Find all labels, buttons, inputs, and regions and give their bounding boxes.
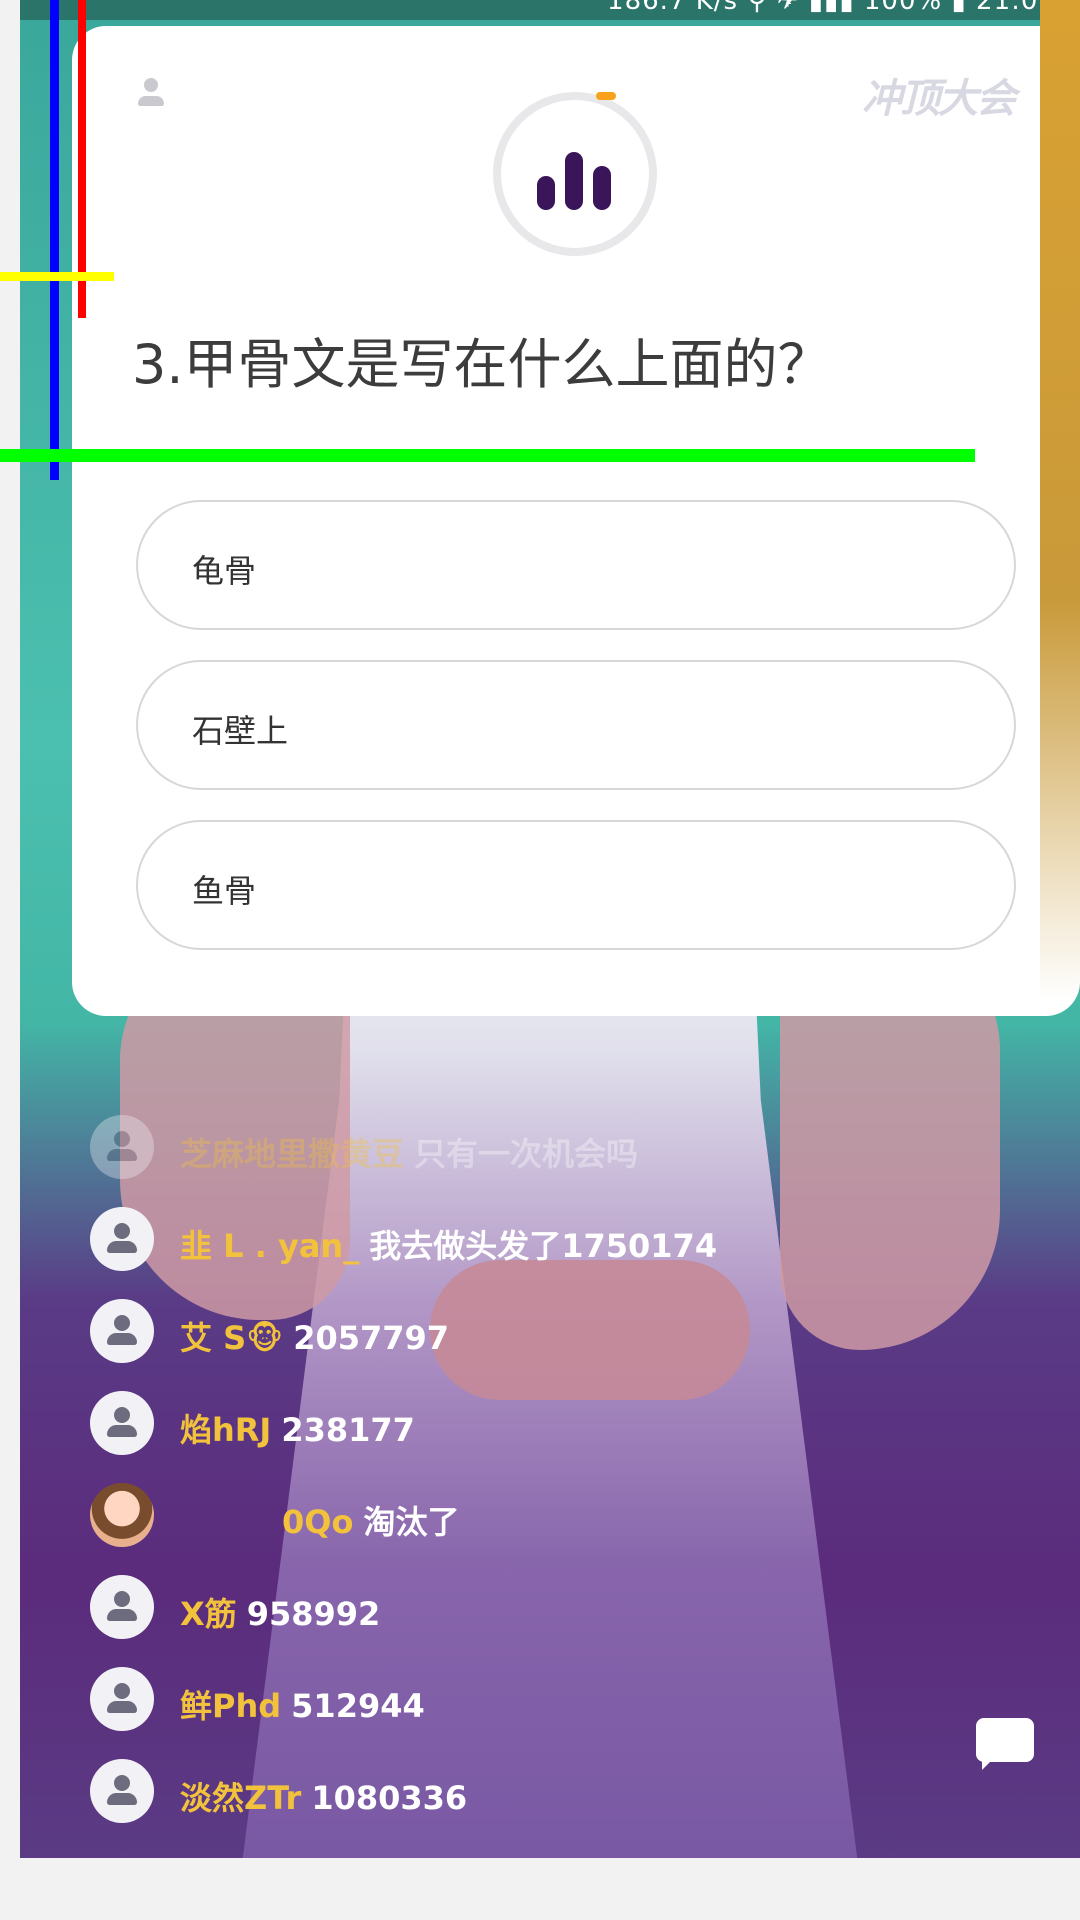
answer-option-label: 石壁上 [192,712,289,750]
avatar[interactable] [90,1299,154,1363]
avatar[interactable] [90,1115,154,1179]
quiz-screen: 186.7 K/s ⚲ ✈ ▮▮▮ 100% ▮ 21:05 冲顶大会 3.甲骨… [20,0,1080,1858]
comment-message: 2057797 [293,1319,450,1357]
comment-username: 0Qo [282,1503,354,1541]
avatar[interactable] [90,1667,154,1731]
avatar[interactable] [90,1575,154,1639]
comment-row: 鲜Phd 512944 [90,1667,990,1759]
comment-username: 焰hRJ [180,1411,272,1449]
comment-message: 238177 [281,1411,415,1449]
annotation-line-yellow [0,272,114,281]
question-card: 冲顶大会 3.甲骨文是写在什么上面的？ 龟骨 石壁上 鱼骨 [72,26,1080,1016]
avatar[interactable] [90,1483,154,1547]
question-text: 3.甲骨文是写在什么上面的？ [132,333,832,396]
comment-message: 512944 [291,1687,425,1725]
comment-username: 芝麻地里撒黄豆 [180,1135,405,1173]
comment-username: 艾 S🐵 [180,1319,284,1357]
status-bar: 186.7 K/s ⚲ ✈ ▮▮▮ 100% ▮ 21:05 [20,0,1080,20]
chat-bubble-icon[interactable] [976,1718,1034,1770]
annotation-line-red [78,0,86,318]
comment-message: 958992 [246,1595,381,1633]
avatar[interactable] [90,1207,154,1271]
comment-username: X筋 [180,1595,237,1633]
comment-row: 焰hRJ 238177 [90,1391,990,1483]
bar-chart-icon [537,146,617,210]
status-text: 186.7 K/s ⚲ ✈ ▮▮▮ 100% ▮ 21:05 [607,0,1056,16]
comment-username: 鲜Phd [180,1687,282,1725]
comment-row: 淡然ZTr 1080336 [90,1759,990,1851]
answer-option-3[interactable]: 鱼骨 [136,820,1016,950]
annotation-line-blue [50,0,59,480]
app-logo: 冲顶大会 [862,76,1016,122]
user-icon[interactable] [136,78,166,112]
answer-option-1[interactable]: 龟骨 [136,500,1016,630]
comment-row: 艾 S🐵 2057797 [90,1299,990,1391]
comment-message: 淘汰了 [363,1503,460,1541]
comment-row: 芝麻地里撒黄豆 只有一次机会吗 [90,1115,990,1207]
annotation-line-green [0,449,975,462]
comment-row: X筋 958992 [90,1575,990,1667]
comment-message: 只有一次机会吗 [414,1135,639,1173]
comment-row: 0Qo 淘汰了 [90,1483,990,1575]
comment-username: 韭 L . yan_ [180,1227,360,1265]
comment-message: 1080336 [311,1779,468,1817]
comment-message: 我去做头发了1750174 [369,1227,718,1265]
answer-option-2[interactable]: 石壁上 [136,660,1016,790]
avatar[interactable] [90,1391,154,1455]
timer-progress-dot [596,92,616,100]
answer-option-label: 龟骨 [192,552,257,590]
live-comment-list: 芝麻地里撒黄豆 只有一次机会吗 韭 L . yan_ 我去做头发了1750174 艾… [90,1115,990,1851]
avatar[interactable] [90,1759,154,1823]
comment-row: 韭 L . yan_ 我去做头发了1750174 [90,1207,990,1299]
answer-option-label: 鱼骨 [192,872,257,910]
comment-username: 淡然ZTr [180,1779,302,1817]
